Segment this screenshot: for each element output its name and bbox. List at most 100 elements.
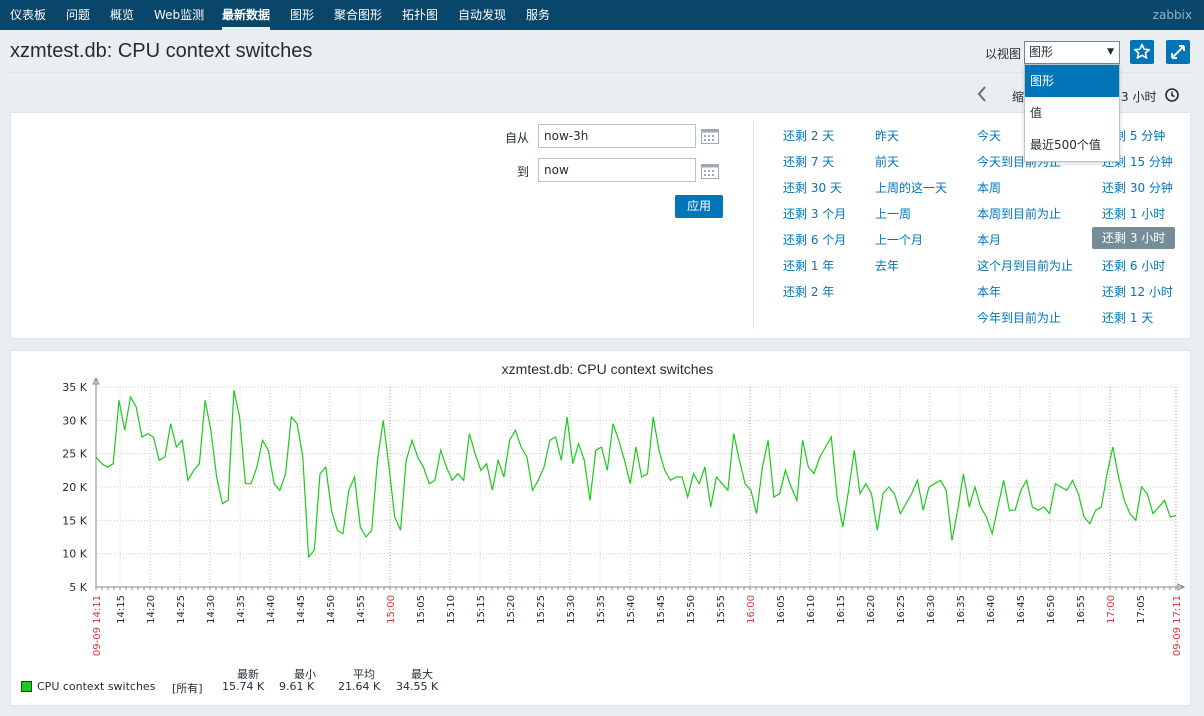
x-tick-label: 14:25 <box>176 595 187 624</box>
legend-stat-value: 21.64 K <box>338 680 381 693</box>
quick-range-link[interactable]: 还剩 3 个月 <box>783 205 846 222</box>
view-select-value: 图形 <box>1029 45 1054 59</box>
x-tick-label: 14:40 <box>266 595 277 624</box>
clock-icon[interactable] <box>1164 87 1180 106</box>
fullscreen-button[interactable] <box>1166 40 1190 64</box>
quick-range-link[interactable]: 还剩 1 年 <box>783 257 834 274</box>
time-prev-button[interactable] <box>974 84 990 109</box>
x-tick-label: 15:45 <box>656 595 667 624</box>
x-tick-label: 16:45 <box>1016 595 1027 624</box>
quick-range-link[interactable]: 去年 <box>875 257 899 274</box>
nav-item[interactable]: Web监测 <box>154 0 204 30</box>
quick-range-link[interactable]: 昨天 <box>875 127 899 144</box>
x-tick-label: 15:10 <box>446 595 457 624</box>
quick-range-link[interactable]: 还剩 12 小时 <box>1102 283 1173 300</box>
nav-item[interactable]: 拓扑图 <box>402 0 438 30</box>
quick-range-link[interactable]: 上一个月 <box>875 231 923 248</box>
quick-range-link[interactable]: 上周的这一天 <box>875 179 947 196</box>
dropdown-option[interactable]: 最近500个值 <box>1025 129 1119 161</box>
nav-item[interactable]: 仪表板 <box>10 0 46 30</box>
x-tick-label: 16:35 <box>956 595 967 624</box>
nav-item[interactable]: 最新数据 <box>222 0 271 30</box>
quick-range-link[interactable]: 还剩 1 天 <box>1102 309 1153 326</box>
x-tick-label: 16:00 <box>746 595 757 624</box>
x-tick-label: 16:10 <box>806 595 817 624</box>
calendar-icon[interactable] <box>701 163 719 179</box>
star-icon <box>1133 43 1151 59</box>
brand-logo: zabbix <box>1152 8 1192 22</box>
x-tick-label: 16:25 <box>896 595 907 624</box>
time-filter-panel: 自从 now-3h 到 now 应用 还剩 2 天还剩 7 天还剩 30 天还剩… <box>10 112 1191 339</box>
x-tick-label: 15:20 <box>506 595 517 624</box>
quick-range-link[interactable]: 今年到目前为止 <box>977 309 1061 326</box>
quick-range-link[interactable]: 前天 <box>875 153 899 170</box>
from-input[interactable]: now-3h <box>538 124 696 148</box>
zoom-out-button[interactable]: 缩 <box>1012 88 1024 105</box>
x-tick-label: 16:55 <box>1076 595 1087 624</box>
quick-range-link[interactable]: 还剩 1 小时 <box>1102 205 1165 222</box>
y-tick-label: 25 K <box>62 448 87 461</box>
quick-range-link[interactable]: 还剩 30 天 <box>783 179 842 196</box>
view-dropdown: 图形值最近500个值 <box>1024 64 1120 162</box>
x-tick-label: 16:20 <box>866 595 877 624</box>
x-tick-label: 15:30 <box>566 595 577 624</box>
fullscreen-icon <box>1171 45 1185 59</box>
time-range-label[interactable]: 3 小时 <box>1121 88 1156 105</box>
quick-range-link[interactable]: 还剩 3 小时 <box>1092 227 1176 249</box>
favorite-button[interactable] <box>1130 40 1154 64</box>
quick-range-link[interactable]: 本月 <box>977 231 1001 248</box>
x-tick-label: 14:45 <box>296 595 307 624</box>
y-tick-label: 30 K <box>62 414 87 427</box>
nav-item[interactable]: 图形 <box>290 0 314 30</box>
dropdown-option[interactable]: 图形 <box>1025 65 1119 97</box>
quick-range-link[interactable]: 还剩 30 分钟 <box>1102 179 1173 196</box>
quick-range-link[interactable]: 还剩 7 天 <box>783 153 834 170</box>
quick-range-link[interactable]: 上一周 <box>875 205 911 222</box>
legend-swatch <box>21 681 32 692</box>
chevron-down-icon: ▼ <box>1107 47 1114 57</box>
to-input[interactable]: now <box>538 158 696 182</box>
x-tick-label: 14:20 <box>146 595 157 624</box>
quick-range-link[interactable]: 今天 <box>977 127 1001 144</box>
x-tick-label: 16:15 <box>836 595 847 624</box>
apply-button[interactable]: 应用 <box>675 195 723 218</box>
x-tick-label: 16:30 <box>926 595 937 624</box>
from-label: 自从 <box>504 131 529 145</box>
quick-range-link[interactable]: 这个月到目前为止 <box>977 257 1073 274</box>
calendar-icon[interactable] <box>701 128 719 144</box>
quick-range-link[interactable]: 还剩 2 天 <box>783 127 834 144</box>
view-select[interactable]: 图形 ▼ <box>1024 41 1120 64</box>
chart-title: xzmtest.db: CPU context switches <box>502 361 714 377</box>
nav-item[interactable]: 服务 <box>526 0 550 30</box>
quick-range-link[interactable]: 还剩 2 年 <box>783 283 834 300</box>
x-tick-label: 14:50 <box>326 595 337 624</box>
nav-item[interactable]: 概览 <box>110 0 134 30</box>
quick-range-link[interactable]: 本周到目前为止 <box>977 205 1061 222</box>
header-divider <box>10 72 1194 73</box>
nav-item[interactable]: 自动发现 <box>458 0 506 30</box>
y-tick-label: 20 K <box>62 481 87 494</box>
x-tick-label: 14:35 <box>236 595 247 624</box>
legend-stat-value: 34.55 K <box>396 680 439 693</box>
x-tick-label: 14:15 <box>116 595 127 624</box>
x-tick-label: 17:05 <box>1136 595 1147 624</box>
x-tick-label: 16:50 <box>1046 595 1057 624</box>
x-tick-label: 15:55 <box>716 595 727 624</box>
dropdown-option[interactable]: 值 <box>1025 97 1119 129</box>
quick-range-link[interactable]: 本周 <box>977 179 1001 196</box>
quick-range-link[interactable]: 本年 <box>977 283 1001 300</box>
x-tick-label: 16:05 <box>776 595 787 624</box>
legend-stat-value: 9.61 K <box>279 680 315 693</box>
y-tick-label: 35 K <box>62 381 87 394</box>
x-tick-label: 16:40 <box>986 595 997 624</box>
quick-range-link[interactable]: 还剩 6 小时 <box>1102 257 1165 274</box>
x-tick-label: 15:00 <box>386 595 397 624</box>
nav-item[interactable]: 聚合图形 <box>334 0 382 30</box>
x-tick-label: 09-09 14:11 <box>92 595 103 656</box>
quick-range-link[interactable]: 还剩 6 个月 <box>783 231 846 248</box>
legend-series-name: CPU context switches <box>37 680 156 693</box>
view-label: 以视图 <box>985 47 1022 61</box>
x-tick-label: 09-09 17:11 <box>1172 595 1183 656</box>
x-tick-label: 14:30 <box>206 595 217 624</box>
nav-item[interactable]: 问题 <box>66 0 90 30</box>
